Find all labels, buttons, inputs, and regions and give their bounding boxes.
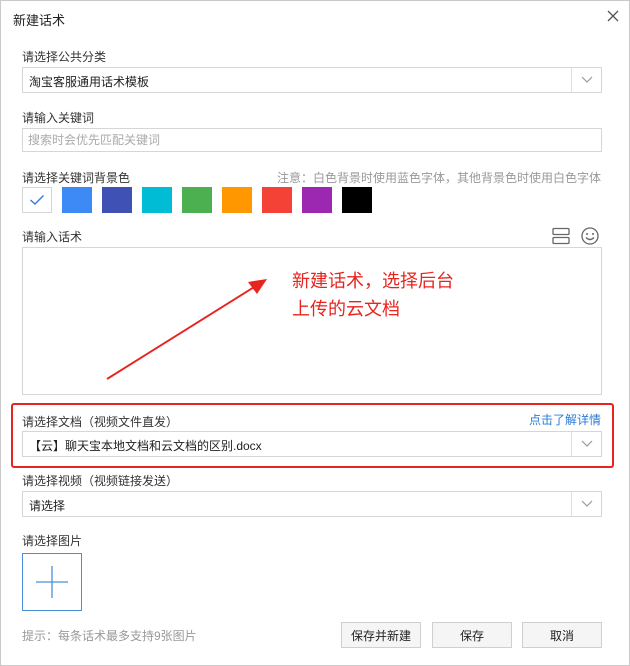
swatch-green[interactable] [182, 187, 212, 213]
annotation-text: 新建话术，选择后台 上传的云文档 [292, 267, 454, 323]
save-and-new-button[interactable]: 保存并新建 [341, 622, 421, 648]
chevron-down-icon[interactable] [571, 68, 601, 92]
swatch-cyan[interactable] [142, 187, 172, 213]
layout-icon[interactable] [551, 226, 571, 246]
swatch-orange[interactable] [222, 187, 252, 213]
script-label: 请输入话术 [22, 230, 83, 244]
document-select[interactable]: 【云】聊天宝本地文档和云文档的区别.docx [22, 431, 602, 457]
keyword-input[interactable] [23, 129, 601, 151]
close-button[interactable] [603, 6, 623, 26]
bg-color-label: 请选择关键词背景色 [22, 171, 131, 185]
swatch-purple[interactable] [302, 187, 332, 213]
document-label: 请选择文档（视频文件直发） [22, 415, 179, 429]
swatch-blue[interactable] [62, 187, 92, 213]
chevron-down-icon[interactable] [571, 432, 601, 456]
category-label: 请选择公共分类 [22, 50, 107, 64]
swatch-white[interactable] [22, 187, 52, 213]
close-icon [607, 10, 619, 22]
title-bar: 新建话术 [1, 1, 629, 35]
check-icon [30, 194, 45, 206]
bg-color-note: 注意：白色背景时使用蓝色字体，其他背景色时使用白色字体 [276, 171, 601, 185]
video-value: 请选择 [29, 499, 66, 513]
plus-icon [36, 566, 68, 598]
image-label: 请选择图片 [22, 534, 83, 548]
save-button[interactable]: 保存 [432, 622, 512, 648]
swatch-indigo[interactable] [102, 187, 132, 213]
category-value: 淘宝客服通用话术模板 [29, 75, 150, 89]
video-label: 请选择视频（视频链接发送） [22, 474, 179, 488]
new-script-dialog: 新建话术 请选择公共分类 淘宝客服通用话术模板 请输入关键词 请选择关键词背景色… [0, 0, 630, 666]
dialog-title: 新建话术 [13, 13, 66, 28]
annotation-line-1: 新建话术，选择后台 [292, 271, 454, 291]
annotation-line-2: 上传的云文档 [292, 299, 400, 319]
category-select[interactable]: 淘宝客服通用话术模板 [22, 67, 602, 93]
video-select[interactable]: 请选择 [22, 491, 602, 517]
keyword-label: 请输入关键词 [22, 111, 95, 125]
swatch-red[interactable] [262, 187, 292, 213]
emoji-icon[interactable] [580, 226, 600, 246]
swatch-black[interactable] [342, 187, 372, 213]
chevron-down-icon[interactable] [571, 492, 601, 516]
document-value: 【云】聊天宝本地文档和云文档的区别.docx [29, 439, 262, 453]
keyword-input-wrap [22, 128, 602, 152]
cancel-button[interactable]: 取消 [522, 622, 602, 648]
image-hint: 提示：每条话术最多支持9张图片 [22, 629, 197, 643]
details-link[interactable]: 点击了解详情 [529, 411, 601, 428]
add-image-button[interactable] [22, 553, 82, 611]
